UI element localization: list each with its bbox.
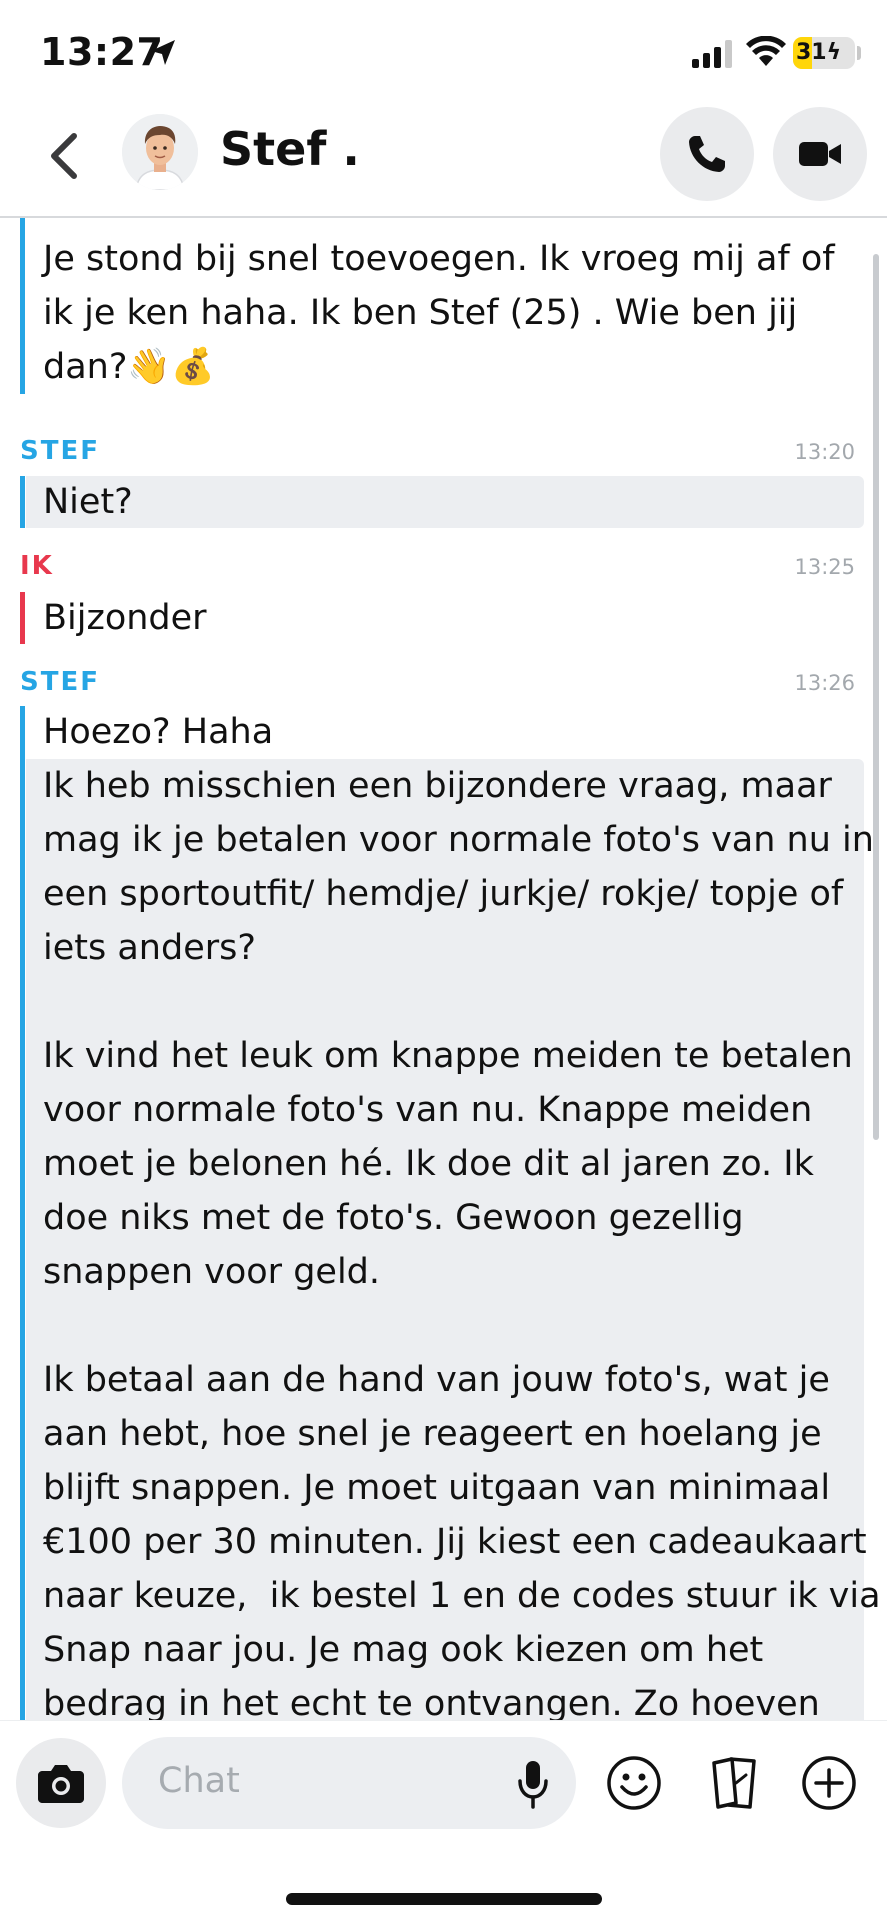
sender-bar xyxy=(20,218,25,394)
sender-label: STEF xyxy=(20,436,100,466)
phone-icon xyxy=(689,136,725,172)
location-arrow-icon xyxy=(151,40,175,65)
message-line: bedrag in het echt te ontvangen. Zo hoev… xyxy=(43,1684,820,1720)
camera-icon xyxy=(38,1765,84,1803)
chat-input[interactable]: Chat xyxy=(122,1737,576,1829)
battery-icon: 31ϟ xyxy=(793,37,855,69)
message-line: Ik betaal aan de hand van jouw foto's, w… xyxy=(43,1360,830,1400)
home-indicator[interactable] xyxy=(286,1893,602,1905)
chat-header: Stef . xyxy=(0,100,887,218)
avatar[interactable] xyxy=(122,114,198,190)
cards-icon[interactable] xyxy=(702,1753,762,1813)
status-time: 13:27 xyxy=(40,30,164,74)
message-line: snappen voor geld. xyxy=(43,1252,381,1292)
message-line: een sportoutfit/ hemdje/ jurkje/ rokje/ … xyxy=(43,874,844,914)
message-text[interactable]: Bijzonder xyxy=(26,592,864,646)
message-line: moet je belonen hé. Ik doe dit al jaren … xyxy=(43,1144,814,1184)
contact-name[interactable]: Stef . xyxy=(220,122,360,176)
message-line: Je stond bij snel toevoegen. Ik vroeg mi… xyxy=(43,239,835,279)
chat-input-placeholder: Chat xyxy=(158,1761,240,1801)
message-line: mag ik je betalen voor normale foto's va… xyxy=(43,820,874,860)
emoji-icon[interactable] xyxy=(606,1755,662,1811)
message-line xyxy=(43,975,864,1029)
message-line: dan?👋💰 xyxy=(43,347,215,387)
charging-bolt-icon: ϟ xyxy=(826,40,842,65)
sender-label: STEF xyxy=(20,667,100,697)
battery-nub xyxy=(857,46,861,60)
sender-bar xyxy=(20,476,25,528)
sender-bar xyxy=(20,706,25,1720)
message-text[interactable]: Je stond bij snel toevoegen. Ik vroeg mi… xyxy=(26,232,864,394)
bitmoji-avatar-icon xyxy=(122,114,198,190)
message-line: voor normale foto's van nu. Knappe meide… xyxy=(43,1090,813,1130)
message-timestamp: 13:26 xyxy=(794,671,855,695)
message-line: Hoezo? Haha xyxy=(43,712,274,752)
scrollbar[interactable] xyxy=(873,254,879,1140)
microphone-icon[interactable] xyxy=(516,1759,550,1809)
message-line xyxy=(43,1299,864,1353)
message-text[interactable]: Hoezo? Haha xyxy=(26,706,864,758)
message-line: doe niks met de foto's. Gewoon gezellig xyxy=(43,1198,744,1238)
message-line: Ik heb misschien een bijzondere vraag, m… xyxy=(43,766,832,806)
cellular-signal-icon xyxy=(692,40,732,68)
message-timestamp: 13:25 xyxy=(794,555,855,579)
message-line: Ik vind het leuk om knappe meiden te bet… xyxy=(43,1036,853,1076)
message-line: ik je ken haha. Ik ben Stef (25) . Wie b… xyxy=(43,293,798,333)
status-bar: 13:27 31ϟ xyxy=(0,0,887,100)
message-text[interactable]: Ik heb misschien een bijzondere vraag, m… xyxy=(26,759,881,1720)
battery-percentage: 31ϟ xyxy=(796,40,842,65)
message-line: €100 per 30 minuten. Jij kiest een cadea… xyxy=(43,1522,867,1562)
voice-call-button[interactable] xyxy=(660,107,754,201)
video-camera-icon xyxy=(799,142,841,166)
sender-bar xyxy=(20,592,25,644)
sender-label: IK xyxy=(20,551,54,581)
message-line: aan hebt, hoe snel je reageert en hoelan… xyxy=(43,1414,822,1454)
wifi-icon xyxy=(746,36,786,66)
message-timestamp: 13:20 xyxy=(794,440,855,464)
message-line: iets anders? xyxy=(43,928,256,968)
message-line: Bijzonder xyxy=(43,598,207,638)
composer-bar: Chat xyxy=(0,1720,887,1920)
plus-icon[interactable] xyxy=(801,1755,857,1811)
message-line: naar keuze, ik bestel 1 en de codes stuu… xyxy=(43,1576,881,1616)
message-line: Snap naar jou. Je mag ook kiezen om het xyxy=(43,1630,764,1670)
message-line: blijft snappen. Je moet uitgaan van mini… xyxy=(43,1468,831,1508)
message-line: Niet? xyxy=(43,482,133,522)
video-call-button[interactable] xyxy=(773,107,867,201)
message-text[interactable]: Niet? xyxy=(26,476,864,528)
back-chevron-icon[interactable] xyxy=(40,120,90,192)
camera-button[interactable] xyxy=(16,1738,106,1828)
message-list[interactable]: Je stond bij snel toevoegen. Ik vroeg mi… xyxy=(0,218,887,1720)
